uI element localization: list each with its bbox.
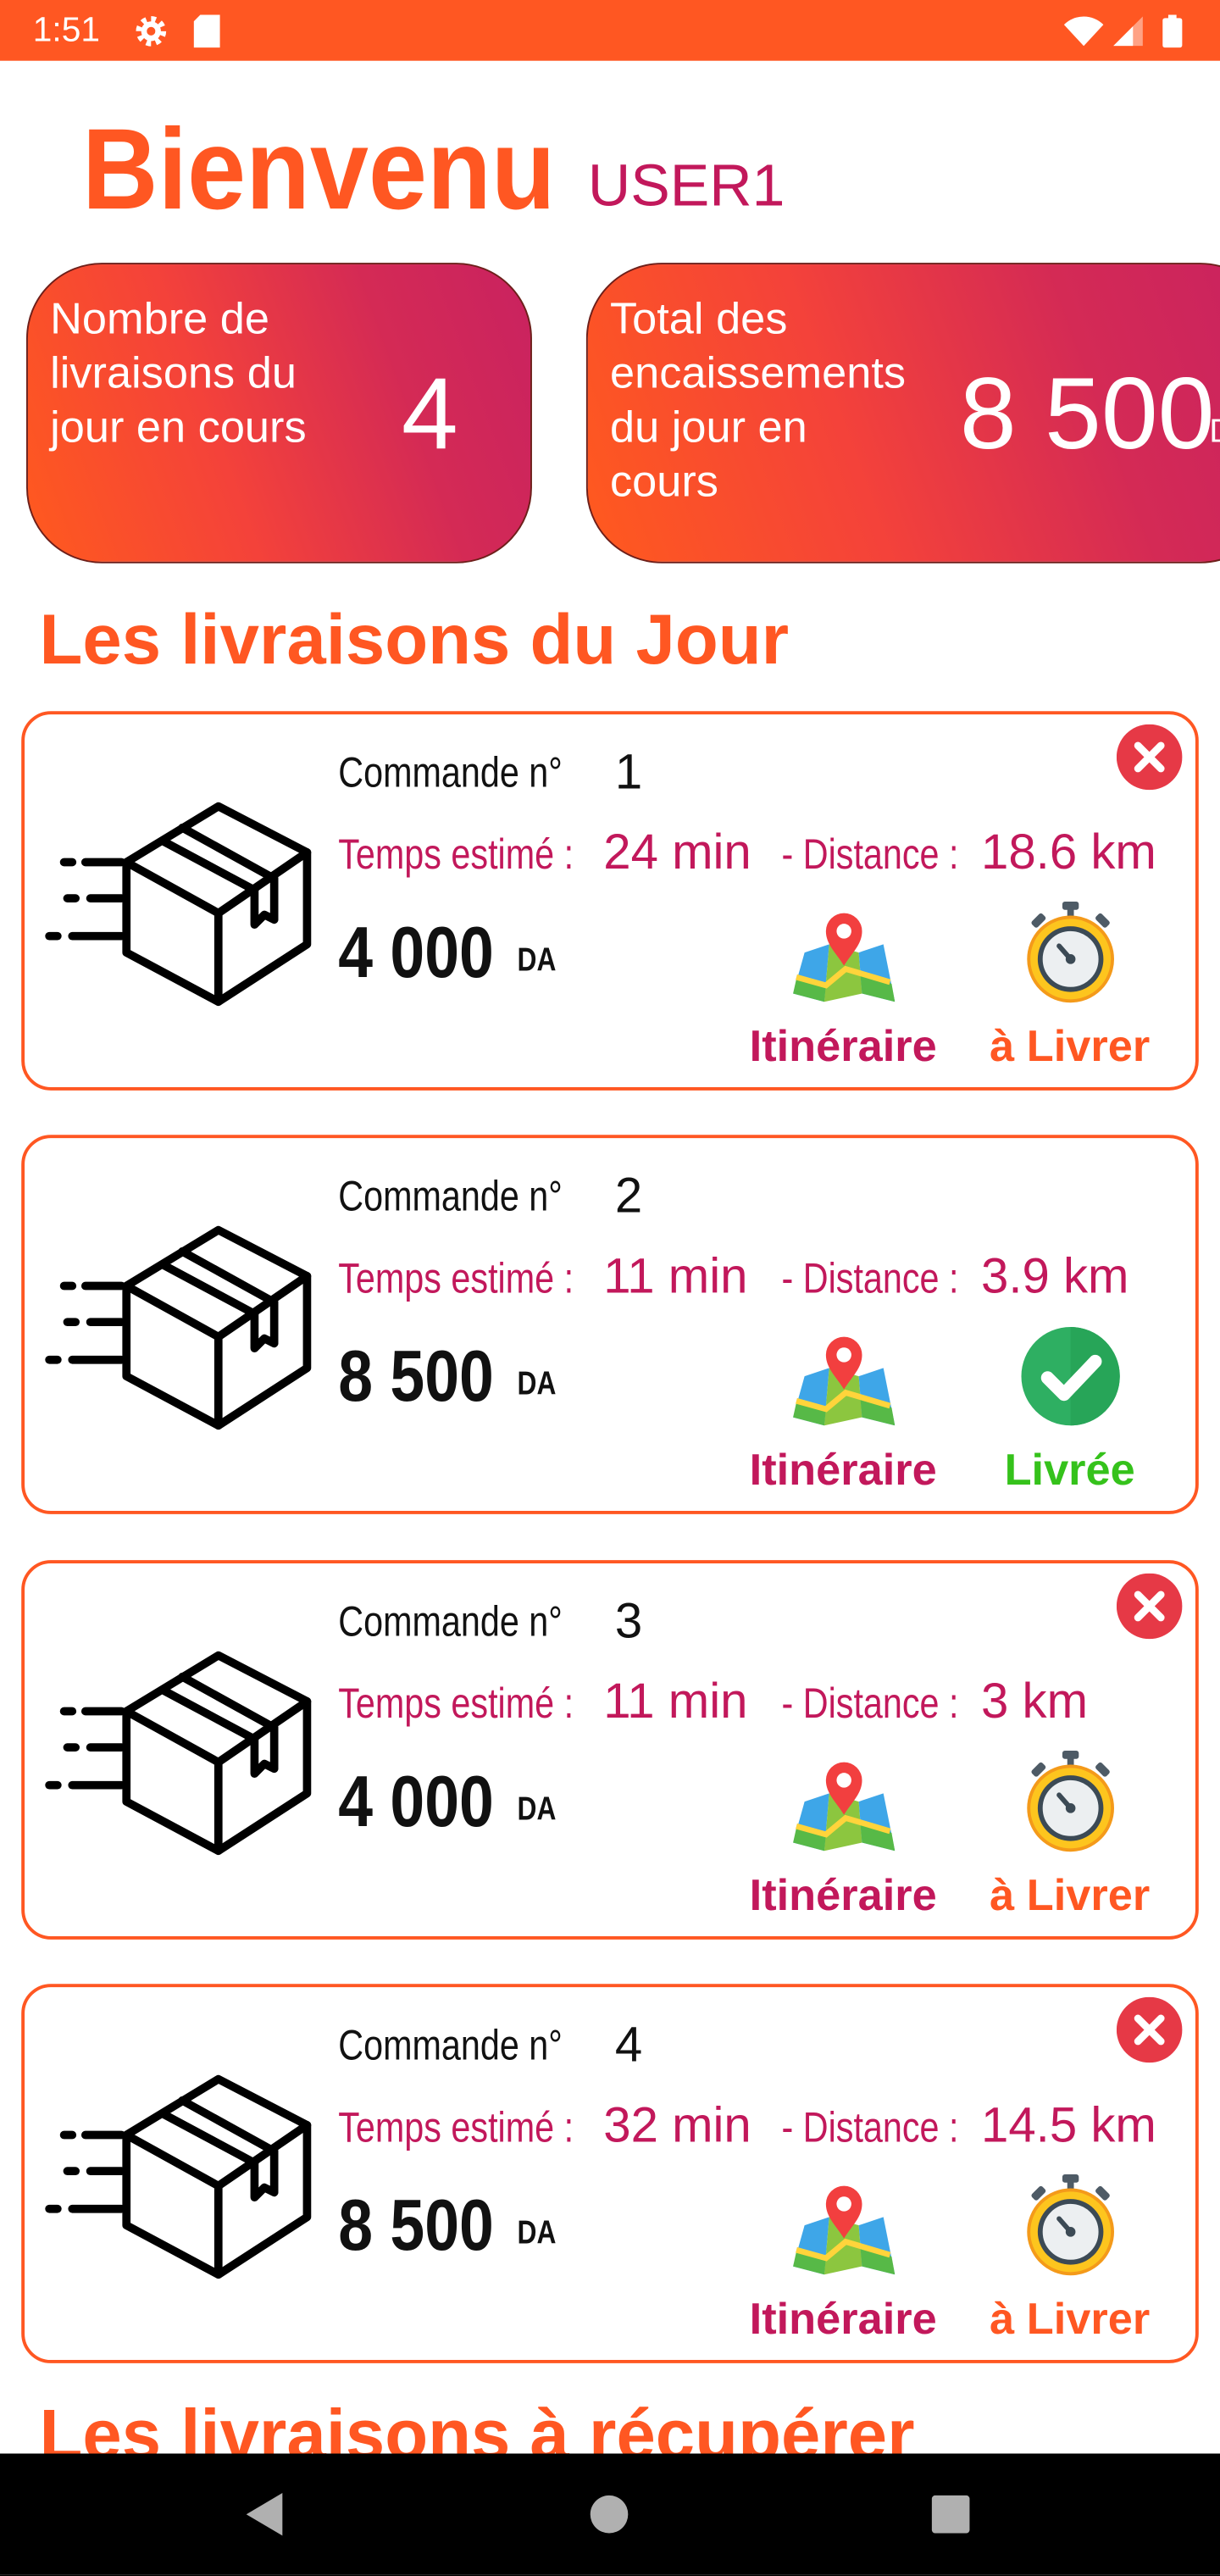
deliver-button[interactable]: à Livrer [971, 1750, 1168, 1927]
delivery-card[interactable]: Commande n° 2 Temps estimé : 11 min - Di… [21, 1135, 1199, 1514]
signal-icon [1113, 16, 1143, 47]
package-icon [44, 2074, 311, 2279]
estimated-time-label: Temps estimé : [337, 1252, 574, 1302]
distance-value: 3 km [981, 1674, 1089, 1729]
status-label: à Livrer [990, 2293, 1151, 2343]
route-button[interactable]: Itinéraire [745, 2174, 942, 2351]
estimated-time-label: Temps estimé : [337, 828, 574, 878]
order-currency: DA [516, 1365, 556, 1402]
order-amount: 8 500 [337, 1335, 493, 1417]
distance-label: - Distance : [780, 828, 958, 878]
package-icon [44, 1224, 311, 1430]
deliver-button[interactable]: à Livrer [971, 901, 1168, 1078]
order-currency: DA [516, 941, 556, 979]
route-button[interactable]: Itinéraire [745, 901, 942, 1078]
distance-value: 14.5 km [981, 2097, 1156, 2152]
close-icon [1115, 1572, 1182, 1639]
order-number: 3 [614, 1593, 643, 1648]
wifi-icon [1063, 16, 1104, 47]
navigation-bar [0, 2453, 1220, 2575]
username: USER1 [587, 151, 785, 219]
delivered-status[interactable]: Livrée [971, 1324, 1168, 1502]
distance-label: - Distance : [780, 1252, 958, 1302]
status-time: 1:51 [32, 11, 100, 50]
battery-icon [1162, 14, 1183, 48]
collections-total-unit: DA [1209, 414, 1220, 447]
label-line: Nombre de [50, 292, 269, 343]
order-label: Commande n° [337, 1595, 562, 1645]
label-line: cours [610, 455, 718, 505]
stopwatch-icon [1026, 1750, 1114, 1852]
close-icon [1115, 1996, 1182, 2062]
cancel-delivery-button[interactable] [1115, 723, 1182, 790]
distance-label: - Distance : [780, 1677, 958, 1727]
order-number: 1 [614, 744, 643, 799]
estimated-time-value: 24 min [603, 824, 751, 880]
distance-value: 18.6 km [981, 824, 1156, 880]
order-label: Commande n° [337, 746, 562, 797]
recents-icon[interactable] [929, 2493, 972, 2535]
app-screen: 1:51 Bienvenu USER1 Nombre de livraisons… [0, 0, 1220, 2575]
estimated-time-value: 11 min [603, 1674, 748, 1729]
order-amount: 8 500 [337, 2185, 493, 2266]
estimated-time-value: 32 min [603, 2097, 751, 2152]
order-number: 4 [614, 2017, 643, 2072]
label-line: du jour en [610, 401, 807, 452]
order-amount: 4 000 [337, 912, 493, 993]
status-bar: 1:51 [0, 0, 1220, 61]
cancel-delivery-button[interactable] [1115, 1996, 1182, 2062]
stopwatch-icon [1026, 901, 1114, 1002]
deliver-button[interactable]: à Livrer [971, 2174, 1168, 2351]
route-button[interactable]: Itinéraire [745, 1750, 942, 1927]
home-icon[interactable] [588, 2493, 630, 2535]
deliveries-count-label: Nombre de livraisons du jour en cours [50, 291, 307, 454]
estimated-time-label: Temps estimé : [337, 1677, 574, 1727]
stopwatch-icon [1026, 2174, 1114, 2275]
section-title-today: Les livraisons du Jour [39, 600, 790, 680]
gear-icon [136, 15, 167, 47]
map-icon [792, 2185, 895, 2274]
order-amount: 4 000 [337, 1761, 493, 1842]
close-icon [1115, 723, 1182, 790]
deliveries-count-card: Nombre de livraisons du jour en cours 4 [26, 263, 532, 564]
package-icon [44, 801, 311, 1006]
estimated-time-value: 11 min [603, 1248, 748, 1303]
label-line: encaissements [610, 347, 907, 397]
collections-total-value: 8 500 [959, 357, 1215, 471]
status-label: à Livrer [990, 1869, 1151, 1919]
map-icon [792, 1761, 895, 1851]
package-icon [44, 1650, 311, 1855]
label-line: Total des [610, 292, 788, 343]
distance-value: 3.9 km [981, 1248, 1129, 1303]
estimated-time-label: Temps estimé : [337, 2101, 574, 2151]
order-number: 2 [614, 1168, 643, 1223]
delivery-card[interactable]: Commande n° 4 Temps estimé : 32 min - Di… [21, 1984, 1199, 2363]
map-icon [792, 912, 895, 1002]
cancel-delivery-button[interactable] [1115, 1572, 1182, 1639]
delivery-card[interactable]: Commande n° 3 Temps estimé : 11 min - Di… [21, 1560, 1199, 1940]
label-line: jour en cours [50, 401, 307, 452]
order-label: Commande n° [337, 1169, 562, 1220]
order-currency: DA [516, 1790, 556, 1828]
sd-card-icon [193, 14, 220, 48]
delivery-card[interactable]: Commande n° 1 Temps estimé : 24 min - Di… [21, 711, 1199, 1091]
route-label: Itinéraire [749, 1869, 937, 1919]
collections-total-label: Total des encaissements du jour en cours [610, 291, 906, 508]
order-label: Commande n° [337, 2018, 562, 2069]
status-label: Livrée [1004, 1444, 1135, 1494]
map-icon [792, 1335, 895, 1425]
back-icon[interactable] [243, 2491, 286, 2537]
collections-total-card: Total des encaissements du jour en cours… [585, 263, 1220, 564]
deliveries-count-value: 4 [401, 357, 458, 471]
route-button[interactable]: Itinéraire [745, 1324, 942, 1502]
check-icon [1020, 1326, 1119, 1425]
route-label: Itinéraire [749, 1020, 937, 1070]
distance-label: - Distance : [780, 2101, 958, 2151]
route-label: Itinéraire [749, 2293, 937, 2343]
greeting-title: Bienvenu [81, 105, 556, 234]
status-label: à Livrer [990, 1020, 1151, 1070]
route-label: Itinéraire [749, 1444, 937, 1494]
order-currency: DA [516, 2214, 556, 2251]
label-line: livraisons du [50, 347, 297, 397]
